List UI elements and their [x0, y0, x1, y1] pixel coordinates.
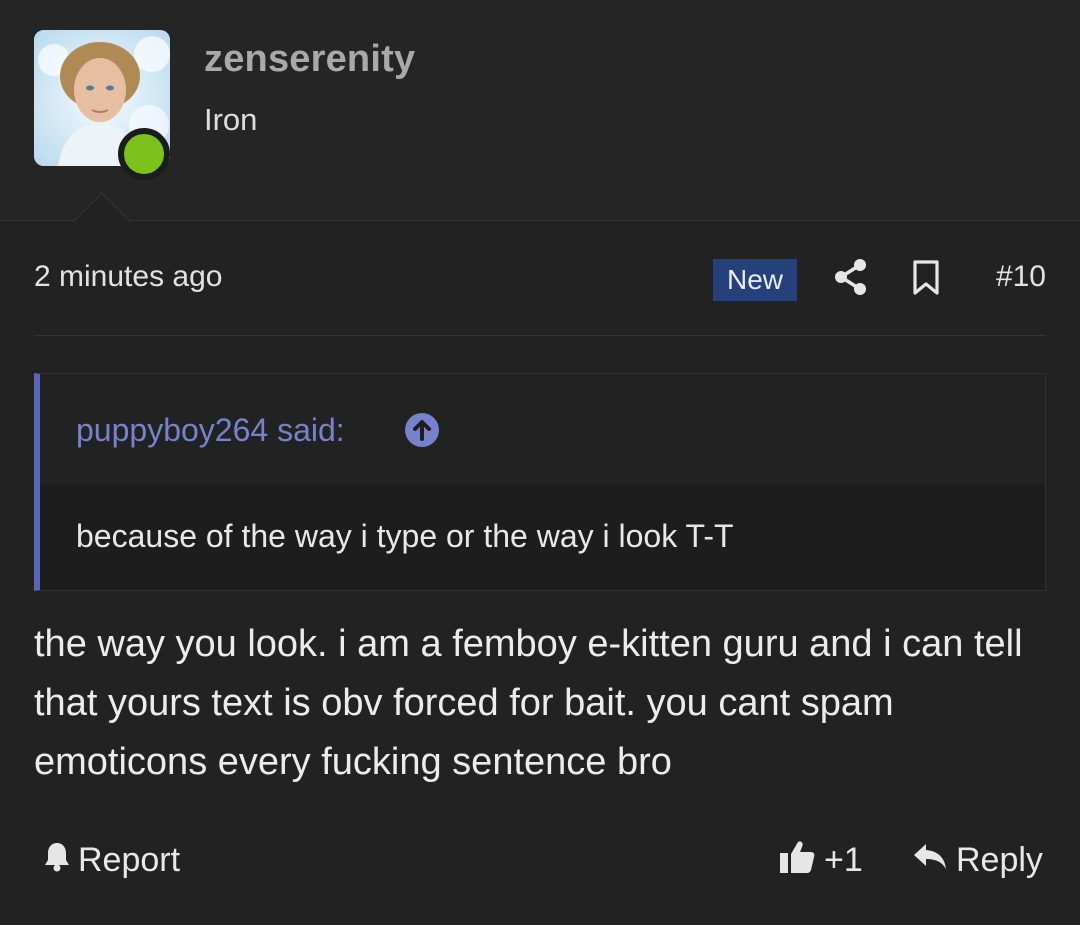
post-meta-row: 2 minutes ago New #10: [34, 240, 1046, 336]
quote-header: puppyboy264 said:: [40, 374, 1045, 484]
like-count: +1: [824, 840, 863, 879]
thumbs-up-icon: [778, 837, 816, 884]
reply-arrow-icon: [912, 840, 948, 881]
post-number-link[interactable]: #10: [996, 260, 1046, 294]
avatar-container[interactable]: [34, 30, 170, 180]
online-status-indicator: [118, 128, 170, 180]
quote-author[interactable]: puppyboy264 said:: [76, 412, 345, 449]
bookmark-icon[interactable]: [912, 260, 940, 296]
post-message: the way you look. i am a femboy e-kitten…: [34, 623, 1023, 783]
quote-block: puppyboy264 said: because of the way i t…: [34, 373, 1046, 591]
quote-text: because of the way i type or the way i l…: [76, 518, 734, 554]
forum-post: zenserenity Iron 2 minutes ago New #10 p…: [0, 0, 1080, 925]
username-link[interactable]: zenserenity: [204, 38, 415, 81]
share-icon[interactable]: [834, 258, 868, 296]
header-pointer-fill: [73, 194, 131, 223]
user-rank: Iron: [204, 102, 258, 137]
bell-icon: [42, 840, 72, 881]
like-button[interactable]: +1: [778, 838, 863, 882]
report-label: Report: [78, 840, 181, 879]
post-timestamp[interactable]: 2 minutes ago: [34, 260, 222, 294]
report-button[interactable]: Report: [42, 838, 180, 882]
reply-button[interactable]: Reply: [912, 838, 1043, 882]
reply-label: Reply: [956, 840, 1043, 879]
arrow-up-circle-icon[interactable]: [404, 412, 440, 448]
post-user-header: zenserenity Iron: [0, 0, 1080, 221]
new-badge: New: [713, 259, 797, 301]
